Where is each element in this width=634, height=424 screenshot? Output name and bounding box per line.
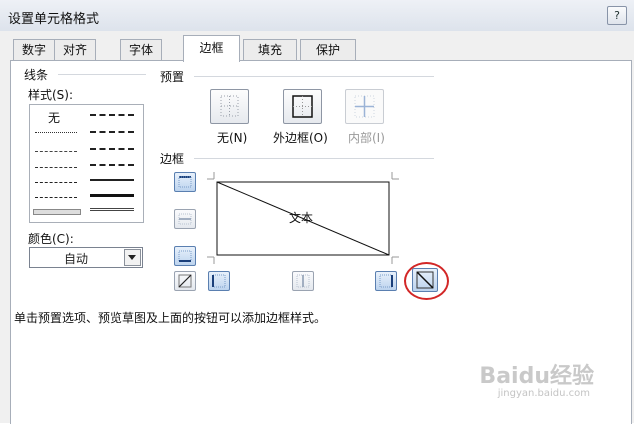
line-style-medium-dash-dot[interactable] bbox=[90, 148, 134, 150]
line-style-hair[interactable] bbox=[35, 132, 77, 133]
border-right-button[interactable] bbox=[375, 271, 397, 291]
border-left-button[interactable] bbox=[208, 271, 230, 291]
border-top-button[interactable] bbox=[174, 172, 196, 192]
line-style-medium-dash-dot-dot[interactable] bbox=[90, 114, 134, 116]
line-style-double[interactable] bbox=[90, 208, 134, 211]
tab-font[interactable]: 字体 bbox=[120, 39, 162, 61]
tab-protection[interactable]: 保护 bbox=[300, 39, 356, 61]
border-divider bbox=[194, 158, 434, 159]
preset-outline-icon bbox=[292, 95, 313, 118]
border-diagonal-up-button[interactable] bbox=[174, 271, 196, 291]
diagonal-up-icon bbox=[178, 274, 192, 288]
color-dropdown[interactable]: 自动 bbox=[29, 247, 143, 268]
tab-fill[interactable]: 填充 bbox=[243, 39, 297, 61]
chevron-down-icon[interactable] bbox=[124, 249, 141, 266]
line-style-dash-dot-dot[interactable] bbox=[35, 167, 77, 168]
border-right-icon bbox=[379, 274, 393, 288]
line-group-divider bbox=[58, 74, 146, 75]
preset-outline-label: 外边框(O) bbox=[273, 131, 328, 145]
preset-none-button[interactable] bbox=[210, 89, 249, 124]
help-button[interactable]: ? bbox=[607, 6, 627, 25]
line-style-none[interactable]: 无 bbox=[48, 109, 60, 126]
title-bar: 设置单元格格式 ? bbox=[0, 0, 634, 32]
hint-text: 单击预置选项、预览草图及上面的按钮可以添加边框样式。 bbox=[14, 311, 327, 325]
watermark-url: jingyan.baidu.com bbox=[497, 388, 590, 399]
border-bottom-icon bbox=[178, 250, 192, 262]
border-inside-horizontal-button[interactable] bbox=[174, 209, 196, 229]
style-label: 样式(S): bbox=[28, 88, 74, 102]
line-style-medium-dashed[interactable] bbox=[90, 164, 134, 166]
color-value: 自动 bbox=[63, 252, 88, 266]
preset-inside-icon bbox=[354, 95, 375, 118]
line-style-slant-dash-dot[interactable] bbox=[90, 131, 134, 133]
line-style-thin-selected[interactable] bbox=[33, 209, 81, 215]
preview-text: 文本 bbox=[289, 211, 314, 225]
border-inside-horizontal-icon bbox=[178, 213, 192, 225]
line-style-dashed[interactable] bbox=[35, 197, 77, 198]
border-inside-vertical-icon bbox=[296, 274, 310, 288]
format-cells-dialog: 设置单元格格式 ? 数字 对齐 字体 边框 填充 保护 线条 样式(S): 无 … bbox=[0, 0, 634, 424]
line-style-dash-dot[interactable] bbox=[35, 182, 77, 183]
tab-number[interactable]: 数字 bbox=[13, 39, 55, 61]
line-style-medium[interactable] bbox=[90, 179, 134, 181]
line-style-list[interactable]: 无 bbox=[29, 104, 144, 223]
preset-none-label: 无(N) bbox=[217, 131, 248, 145]
border-preview[interactable]: 文本 bbox=[207, 172, 399, 264]
window-title: 设置单元格格式 bbox=[8, 12, 100, 27]
line-style-thick[interactable] bbox=[90, 194, 134, 197]
border-bottom-button[interactable] bbox=[174, 246, 196, 266]
tab-border[interactable]: 边框 bbox=[183, 35, 240, 62]
presets-title: 预置 bbox=[160, 70, 185, 84]
line-group-title: 线条 bbox=[24, 68, 49, 82]
preset-inside-label: 内部(I) bbox=[348, 131, 385, 145]
tab-alignment[interactable]: 对齐 bbox=[54, 39, 96, 61]
highlight-circle bbox=[404, 262, 449, 300]
color-label: 颜色(C): bbox=[28, 232, 74, 246]
border-left-icon bbox=[212, 274, 226, 288]
border-inside-vertical-button[interactable] bbox=[292, 271, 314, 291]
preset-inside-button[interactable] bbox=[345, 89, 384, 124]
presets-divider bbox=[194, 76, 434, 77]
watermark-logo: Baidu经验 bbox=[479, 364, 594, 389]
border-top-icon bbox=[178, 176, 192, 188]
line-style-dotted[interactable] bbox=[35, 151, 77, 152]
preset-outline-button[interactable] bbox=[283, 89, 322, 124]
preset-none-icon bbox=[220, 95, 239, 117]
border-title: 边框 bbox=[160, 152, 185, 166]
